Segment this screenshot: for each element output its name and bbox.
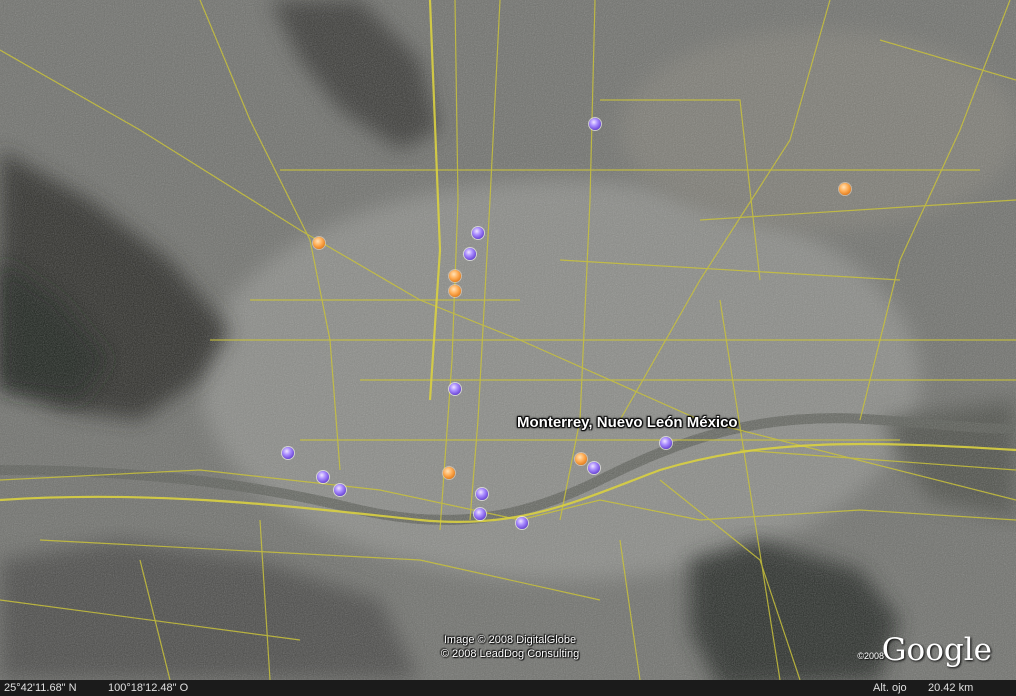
place-marker-purple[interactable] bbox=[317, 471, 329, 483]
place-marker-orange[interactable] bbox=[449, 285, 461, 297]
place-marker-orange[interactable] bbox=[313, 237, 325, 249]
place-marker-purple[interactable] bbox=[589, 118, 601, 130]
satellite-map[interactable]: Monterrey, Nuevo León México Image © 200… bbox=[0, 0, 1016, 696]
place-marker-purple[interactable] bbox=[472, 227, 484, 239]
credit-line: Image © 2008 DigitalGlobe bbox=[443, 634, 577, 646]
place-label[interactable]: Monterrey, Nuevo León México bbox=[517, 414, 738, 431]
logo-copyright: ©2008 bbox=[857, 651, 884, 661]
place-marker-orange[interactable] bbox=[839, 183, 851, 195]
longitude-readout: 100°18'12.48" O bbox=[108, 682, 189, 694]
status-bar: 25°42'11.68" N 100°18'12.48" O Alt. ojo … bbox=[0, 680, 1016, 696]
place-marker-purple[interactable] bbox=[449, 383, 461, 395]
place-marker-purple[interactable] bbox=[334, 484, 346, 496]
place-marker-purple[interactable] bbox=[516, 517, 528, 529]
place-marker-purple[interactable] bbox=[464, 248, 476, 260]
place-marker-purple[interactable] bbox=[282, 447, 294, 459]
imagery-credits: Image © 2008 DigitalGlobe © 2008 LeadDog… bbox=[420, 633, 600, 661]
credit-line: © 2008 LeadDog Consulting bbox=[440, 648, 580, 660]
google-logo: Google bbox=[881, 632, 992, 668]
place-marker-purple[interactable] bbox=[474, 508, 486, 520]
place-marker-purple[interactable] bbox=[660, 437, 672, 449]
latitude-readout: 25°42'11.68" N bbox=[4, 682, 77, 694]
place-marker-purple[interactable] bbox=[588, 462, 600, 474]
road-network bbox=[0, 0, 1016, 680]
place-marker-purple[interactable] bbox=[476, 488, 488, 500]
place-marker-orange[interactable] bbox=[443, 467, 455, 479]
place-marker-orange[interactable] bbox=[575, 453, 587, 465]
place-marker-orange[interactable] bbox=[449, 270, 461, 282]
altitude-label: Alt. ojo bbox=[873, 682, 907, 694]
altitude-value: 20.42 km bbox=[928, 682, 974, 694]
